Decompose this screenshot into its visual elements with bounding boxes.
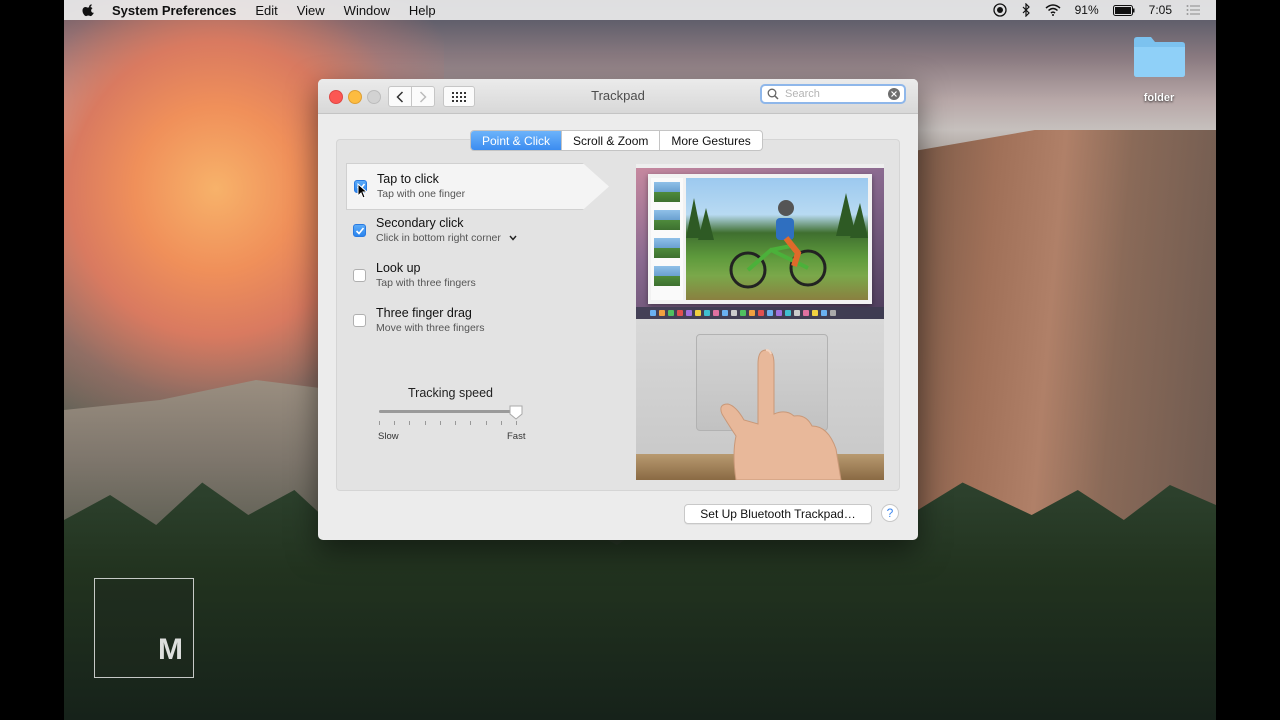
minimize-button[interactable] xyxy=(348,90,362,104)
slider-thumb[interactable] xyxy=(509,405,523,420)
fast-label: Fast xyxy=(507,431,526,442)
help-button[interactable]: ? xyxy=(881,504,899,522)
option-three-finger-drag[interactable]: Three finger drag Move with three finger… xyxy=(346,298,608,343)
clock[interactable]: 7:05 xyxy=(1149,3,1172,17)
apple-menu-icon[interactable] xyxy=(82,3,96,17)
set-up-bluetooth-trackpad-button[interactable]: Set Up Bluetooth Trackpad… xyxy=(684,504,872,524)
slider-fill xyxy=(379,410,516,413)
slider-ticks xyxy=(379,421,517,426)
bluetooth-icon[interactable] xyxy=(1021,3,1031,17)
tab-scroll-and-zoom[interactable]: Scroll & Zoom xyxy=(561,131,659,150)
option-subtitle-text: Tap with one finger xyxy=(377,188,466,200)
trackpad-preferences-window: Trackpad Point & Click Scroll & Zoom Mor… xyxy=(318,79,918,540)
slow-label: Slow xyxy=(378,431,399,442)
menu-app-name[interactable]: System Preferences xyxy=(112,3,236,18)
slider-tick xyxy=(394,421,396,425)
folder-label: folder xyxy=(1143,92,1175,104)
tracking-speed-label: Tracking speed xyxy=(408,386,493,400)
menu-help[interactable]: Help xyxy=(409,3,436,18)
search-field[interactable] xyxy=(760,84,906,104)
mouse-cursor-icon xyxy=(357,183,367,199)
menubar: System Preferences Edit View Window Help… xyxy=(64,0,1216,20)
tab-more-gestures[interactable]: More Gestures xyxy=(659,131,761,150)
slider-tick xyxy=(455,421,457,425)
option-title: Three finger drag xyxy=(376,306,472,320)
option-secondary-click[interactable]: Secondary click Click in bottom right co… xyxy=(346,208,608,253)
option-subtitle-text: Tap with three fingers xyxy=(376,277,476,289)
slider-tick xyxy=(439,421,441,425)
option-title: Look up xyxy=(376,261,421,275)
show-all-button[interactable] xyxy=(443,86,475,107)
title-bar[interactable]: Trackpad xyxy=(318,79,918,114)
option-subtitle-text: Click in bottom right corner xyxy=(376,232,501,244)
record-icon[interactable] xyxy=(992,3,1007,17)
slider-tick xyxy=(470,421,472,425)
back-button[interactable] xyxy=(388,86,412,107)
slider-tick xyxy=(485,421,487,425)
search-icon xyxy=(767,88,779,100)
chevron-right-icon xyxy=(419,90,427,103)
battery-icon[interactable] xyxy=(1112,4,1135,16)
close-button[interactable] xyxy=(329,90,343,104)
menu-edit[interactable]: Edit xyxy=(255,3,277,18)
clear-search-icon[interactable] xyxy=(888,88,900,100)
slider-tick xyxy=(516,421,517,425)
tracking-speed-slider[interactable] xyxy=(379,405,523,420)
chevron-down-icon[interactable] xyxy=(509,235,517,241)
slider-tick xyxy=(379,421,380,425)
watermark-box: M xyxy=(94,578,194,678)
slider-tick xyxy=(500,421,502,425)
option-subtitle: Tap with three fingers xyxy=(376,277,476,289)
option-look-up[interactable]: Look up Tap with three fingers xyxy=(346,253,608,298)
chevron-left-icon xyxy=(396,90,404,103)
tab-point-and-click[interactable]: Point & Click xyxy=(471,131,562,150)
menu-window[interactable]: Window xyxy=(344,3,390,18)
secondary-click-checkbox[interactable] xyxy=(353,224,366,237)
desktop-folder[interactable]: folder xyxy=(1130,34,1188,104)
wifi-icon[interactable] xyxy=(1045,4,1061,16)
menu-view[interactable]: View xyxy=(297,3,325,18)
option-subtitle: Tap with one finger xyxy=(377,188,465,200)
three-finger-drag-checkbox[interactable] xyxy=(353,314,366,327)
slider-tick xyxy=(409,421,411,425)
folder-icon[interactable] xyxy=(1132,34,1186,78)
option-title: Tap to click xyxy=(377,172,439,186)
option-subtitle[interactable]: Click in bottom right corner xyxy=(376,232,517,244)
forward-button[interactable] xyxy=(411,86,435,107)
watermark-letter: M xyxy=(158,633,183,666)
slider-tick xyxy=(424,421,426,425)
battery-percent: 91% xyxy=(1074,3,1099,17)
search-input[interactable] xyxy=(783,87,887,101)
look-up-checkbox[interactable] xyxy=(353,269,366,282)
preview-hand-icon xyxy=(720,349,842,480)
gesture-preview-image xyxy=(636,164,884,480)
grid-icon xyxy=(452,91,466,102)
checkmark-icon xyxy=(355,227,365,235)
option-tap-to-click[interactable]: Tap to click Tap with one finger xyxy=(346,163,609,210)
tab-bar: Point & Click Scroll & Zoom More Gesture… xyxy=(470,130,763,151)
zoom-button[interactable] xyxy=(367,90,381,104)
option-title: Secondary click xyxy=(376,216,464,230)
option-subtitle: Move with three fingers xyxy=(376,322,485,334)
notification-center-icon[interactable] xyxy=(1186,4,1200,16)
option-subtitle-text: Move with three fingers xyxy=(376,322,485,334)
